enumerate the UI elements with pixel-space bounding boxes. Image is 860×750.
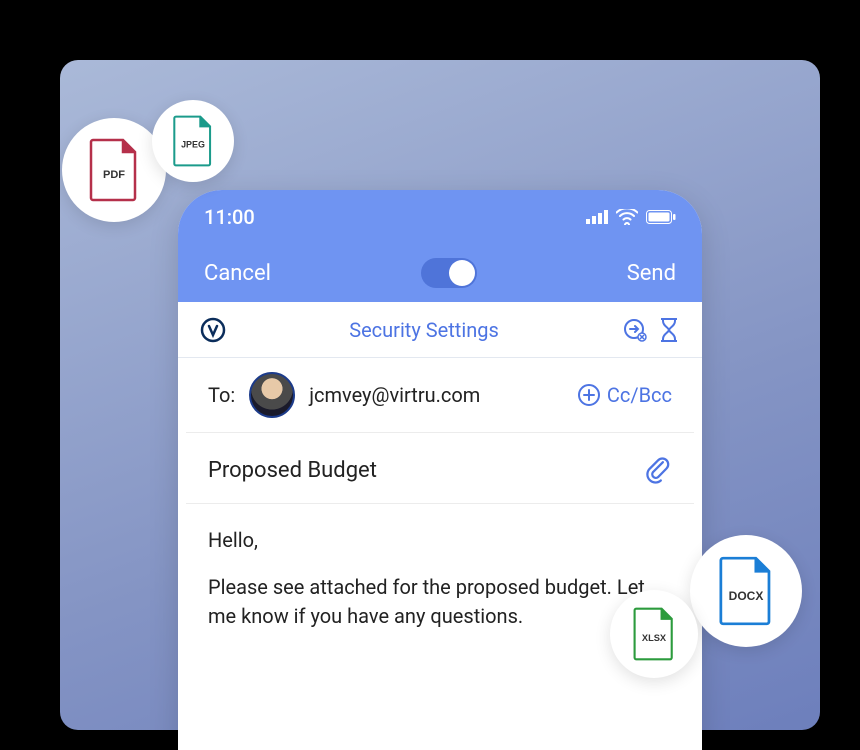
cancel-button[interactable]: Cancel xyxy=(204,261,271,286)
disable-forward-icon[interactable] xyxy=(622,317,648,343)
security-settings-label: Security Settings xyxy=(226,318,622,342)
wifi-icon xyxy=(616,209,638,225)
status-time: 11:00 xyxy=(204,205,255,229)
expiration-icon[interactable] xyxy=(658,317,680,343)
to-row: To: jcmvey@virtru.com Cc/Bcc xyxy=(186,358,694,433)
encryption-toggle[interactable] xyxy=(421,258,477,288)
xlsx-label: XLSX xyxy=(642,633,667,643)
battery-icon xyxy=(646,210,676,224)
jpeg-label: JPEG xyxy=(181,140,205,150)
toggle-knob xyxy=(449,260,475,286)
subject-row: Proposed Budget xyxy=(186,433,694,504)
recipient-email[interactable]: jcmvey@virtru.com xyxy=(309,383,563,407)
cc-bcc-label: Cc/Bcc xyxy=(607,383,672,407)
virtru-logo-icon xyxy=(200,317,226,343)
attachment-icon[interactable] xyxy=(644,455,672,485)
phone-header: 11:00 Cancel Send xyxy=(178,190,702,302)
body-greeting: Hello, xyxy=(208,526,672,555)
file-badge-jpeg: JPEG xyxy=(152,100,234,182)
file-badge-xlsx: XLSX xyxy=(610,590,698,678)
docx-label: DOCX xyxy=(729,589,764,603)
avatar xyxy=(249,372,295,418)
nav-bar: Cancel Send xyxy=(204,244,676,302)
to-label: To: xyxy=(208,383,235,407)
status-icons xyxy=(586,209,676,225)
pdf-label: PDF xyxy=(103,169,125,181)
cc-bcc-button[interactable]: Cc/Bcc xyxy=(577,383,672,407)
subject-text[interactable]: Proposed Budget xyxy=(208,458,377,483)
body-text: Please see attached for the proposed bud… xyxy=(208,573,672,631)
signal-icon xyxy=(586,210,608,224)
status-bar: 11:00 xyxy=(204,190,676,244)
plus-circle-icon xyxy=(577,383,601,407)
file-badge-pdf: PDF xyxy=(62,118,166,222)
send-button[interactable]: Send xyxy=(627,261,676,286)
file-badge-docx: DOCX xyxy=(690,535,802,647)
security-settings-row[interactable]: Security Settings xyxy=(178,302,702,358)
